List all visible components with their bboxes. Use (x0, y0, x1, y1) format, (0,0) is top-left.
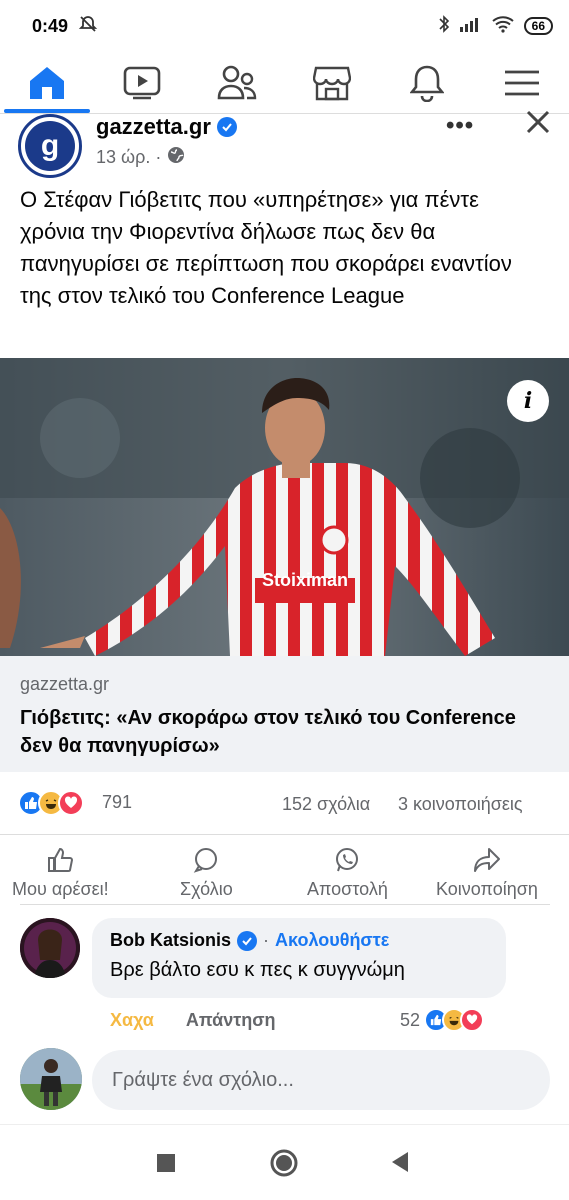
comment-button[interactable]: Σχόλιο (180, 847, 233, 900)
love-reaction-icon (460, 1008, 485, 1032)
square-icon (157, 1154, 175, 1172)
signal-icon (459, 16, 482, 37)
like-label: Μου αρέσει! (12, 879, 109, 899)
comment-reaction-count: 52 (400, 1009, 421, 1030)
like-button[interactable]: Μου αρέσει! (12, 847, 109, 900)
page-logo-letter: g (25, 121, 75, 171)
verified-icon (237, 930, 258, 951)
back-button[interactable] (390, 1151, 410, 1178)
comment-reactions[interactable]: 52 (400, 1008, 485, 1032)
home-system-button[interactable] (270, 1149, 298, 1182)
share-icon (473, 848, 500, 872)
comments-count[interactable]: 152 σχόλια (282, 794, 370, 815)
thumbs-up-icon (48, 847, 74, 872)
avatar[interactable] (20, 918, 80, 978)
post-text: Ο Στέφαν Γιόβετιτς που «υπηρέτησε» για π… (20, 187, 512, 308)
nav-watch[interactable] (95, 53, 189, 113)
nav-menu[interactable] (475, 53, 569, 113)
status-time: 0:49 (32, 15, 69, 36)
comment-item: Bob Katsionis · Ακολουθήστε Βρε βάλτο εσ… (0, 918, 569, 1038)
comment-composer: Γράψτε ένα σχόλιο... (0, 1048, 569, 1112)
info-button[interactable]: i (507, 380, 549, 422)
close-icon (526, 110, 550, 134)
link-domain: gazzetta.gr (20, 674, 110, 694)
comment-input[interactable]: Γράψτε ένα σχόλιο... (92, 1050, 550, 1110)
shares-count[interactable]: 3 κοινοποιήσεις (398, 794, 523, 815)
comment-footer: Χαχα Απάντηση 52 (110, 1008, 510, 1032)
reaction-count[interactable]: 791 (102, 792, 132, 813)
love-reaction-icon (58, 790, 84, 816)
bluetooth-icon (438, 14, 450, 39)
link-title: Γιόβετιτς: «Αν σκοράρω στον τελικό του C… (20, 707, 516, 757)
verified-icon (216, 117, 237, 137)
battery-indicator: 66 (523, 17, 553, 35)
page-name[interactable]: gazzetta.gr (96, 114, 237, 140)
video-icon (123, 66, 161, 99)
comment-icon (194, 848, 218, 873)
comment-author-row: Bob Katsionis · Ακολουθήστε (110, 930, 488, 951)
whatsapp-icon (336, 848, 359, 872)
comment-author[interactable]: Bob Katsionis (110, 930, 231, 951)
more-options-button[interactable]: ••• (446, 112, 474, 140)
comment-text: Βρε βάλτο εσυ κ πες κ συγγνώμη (110, 959, 405, 981)
reaction-icons[interactable] (18, 790, 84, 816)
friends-icon (217, 65, 257, 99)
post-image[interactable]: Stoiximan i (0, 358, 569, 656)
share-button[interactable]: Κοινοποίηση (436, 847, 538, 900)
status-bar: 0:49 66 (0, 0, 569, 52)
post-stats: 791 152 σχόλια 3 κοινοποιήσεις (0, 786, 569, 822)
follow-separator: · (263, 930, 270, 950)
post-header: g gazzetta.gr 13 ώρ. · ••• (0, 110, 569, 178)
nav-marketplace[interactable] (285, 53, 379, 113)
system-nav-bar (0, 1124, 569, 1200)
recents-button[interactable] (156, 1153, 176, 1178)
comment-bubble[interactable]: Bob Katsionis · Ακολουθήστε Βρε βάλτο εσ… (92, 918, 506, 998)
top-nav (0, 52, 569, 114)
comment-reply-button[interactable]: Απάντηση (186, 1010, 276, 1031)
send-button[interactable]: Αποστολή (307, 847, 388, 900)
close-post-button[interactable] (522, 106, 554, 138)
page-name-text[interactable]: gazzetta.gr (96, 114, 211, 140)
share-label: Κοινοποίηση (436, 879, 538, 899)
nav-notifications[interactable] (380, 53, 474, 113)
post-actions: Μου αρέσει! Σχόλιο Αποστολή Κοινοποίηση (0, 834, 569, 906)
post-time[interactable]: 13 ώρ. · (96, 147, 161, 168)
avatar[interactable] (20, 1048, 82, 1110)
marketplace-icon (312, 66, 351, 100)
follow-button[interactable]: Ακολουθήστε (275, 930, 389, 951)
jersey-sponsor-text: Stoiximan (262, 570, 348, 590)
divider (20, 904, 550, 905)
link-preview[interactable]: gazzetta.gr Γιόβετιτς: «Αν σκοράρω στον … (0, 656, 569, 772)
comment-haha-button[interactable]: Χαχα (110, 1010, 154, 1031)
hamburger-icon (504, 70, 539, 95)
nav-home[interactable] (0, 53, 94, 113)
mute-icon (78, 14, 98, 39)
back-triangle-icon (392, 1152, 408, 1172)
nav-friends[interactable] (190, 53, 284, 113)
post-photo: Stoiximan (0, 358, 569, 656)
home-icon (30, 66, 65, 99)
circle-icon (270, 1149, 298, 1177)
comment-label: Σχόλιο (180, 879, 233, 899)
globe-icon (167, 146, 185, 169)
bell-icon (409, 65, 444, 102)
page-logo[interactable]: g (18, 114, 82, 178)
wifi-icon (492, 15, 514, 38)
send-label: Αποστολή (307, 879, 388, 899)
post-meta: 13 ώρ. · (96, 146, 185, 169)
